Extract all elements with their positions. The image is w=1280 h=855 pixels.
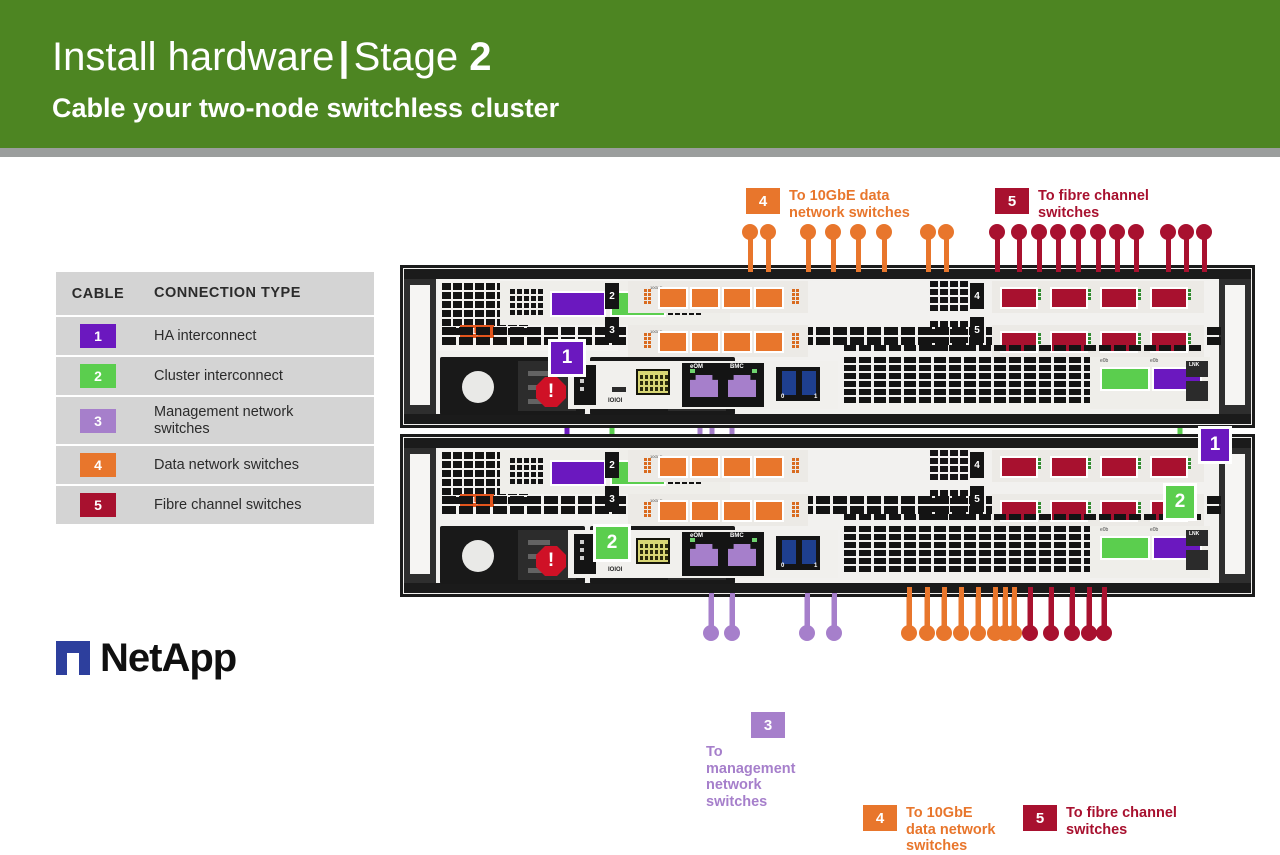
page-title-part2: Stage — [353, 35, 459, 79]
cable-terminator-fc-top — [1011, 224, 1027, 240]
callout-bottom-data-network: 4 To 10GbE data network switches — [863, 805, 995, 855]
cable-terminator-fc-top — [1128, 224, 1144, 240]
callout-bottom-fibre-channel: 5 To fibre channel switches — [1023, 805, 1177, 838]
cable-terminator-fc-bottom — [1043, 625, 1059, 641]
cable-terminator-fc-top — [1196, 224, 1212, 240]
cable-terminator-data-top — [920, 224, 936, 240]
callout-bottom-data-text: To 10GbE data network switches — [906, 805, 996, 854]
cable-terminator-fc-top — [1109, 224, 1125, 240]
cable-terminator-mgmt-bottom — [703, 625, 719, 641]
cable-terminator-data-top — [850, 224, 866, 240]
cable-terminator-data-bottom — [953, 625, 969, 641]
callout-bottom-mgmt-text: To management network switches — [706, 744, 796, 810]
cable-terminator-data-bottom — [901, 625, 917, 641]
page-subtitle: Cable your two-node switchless cluster — [52, 93, 560, 123]
cable-terminator-data-bottom — [919, 625, 935, 641]
cable-terminator-data-top — [742, 224, 758, 240]
cable-terminators — [0, 157, 1280, 720]
cable-terminator-fc-top — [989, 224, 1005, 240]
cable-terminator-fc-top — [1050, 224, 1066, 240]
cable-terminator-fc-top — [1031, 224, 1047, 240]
callout-bottom-fc-chip: 5 — [1023, 805, 1057, 831]
page-title-stage-number: 2 — [469, 35, 492, 79]
cable-terminator-data-top — [825, 224, 841, 240]
cable-terminator-fc-bottom — [1022, 625, 1038, 641]
page-title: Install hardware | Stage 2 — [52, 33, 491, 81]
page-title-part1: Install hardware — [52, 35, 335, 79]
cable-terminator-data-top — [938, 224, 954, 240]
cable-terminator-data-bottom — [936, 625, 952, 641]
cable-terminator-fc-bottom — [1081, 625, 1097, 641]
cable-terminator-data-top — [760, 224, 776, 240]
cable-terminator-mgmt-bottom — [724, 625, 740, 641]
cable-terminator-fc-top — [1090, 224, 1106, 240]
cable-terminator-data-bottom — [1006, 625, 1022, 641]
cable-terminator-data-top — [800, 224, 816, 240]
cable-terminator-data-top — [876, 224, 892, 240]
page-title-separator: | — [338, 35, 350, 79]
cable-terminator-mgmt-bottom — [799, 625, 815, 641]
cable-terminator-mgmt-bottom — [826, 625, 842, 641]
cable-terminator-fc-top — [1178, 224, 1194, 240]
header-divider — [0, 148, 1280, 157]
callout-bottom-fc-text: To fibre channel switches — [1066, 805, 1177, 838]
cabling-diagram: 4 To 10GbE data network switches 5 To fi… — [0, 157, 1280, 854]
cable-terminator-fc-top — [1160, 224, 1176, 240]
cable-terminator-fc-bottom — [1096, 625, 1112, 641]
cable-terminator-fc-bottom — [1064, 625, 1080, 641]
callout-bottom-data-chip: 4 — [863, 805, 897, 831]
cable-terminator-fc-top — [1070, 224, 1086, 240]
cable-terminator-data-bottom — [970, 625, 986, 641]
